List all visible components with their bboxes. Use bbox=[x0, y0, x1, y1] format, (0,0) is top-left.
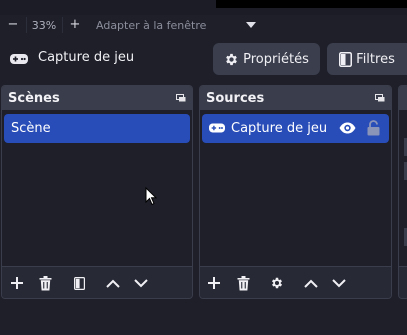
bottom-area bbox=[0, 305, 407, 335]
zoom-fit-label: Adapter à la fenêtre bbox=[96, 18, 207, 32]
source-label: Capture de jeu bbox=[231, 121, 328, 136]
filter-icon bbox=[339, 51, 353, 67]
source-properties-button[interactable] bbox=[269, 275, 285, 291]
zoom-fit-select[interactable]: Adapter à la fenêtre bbox=[90, 16, 266, 34]
plus-icon bbox=[11, 277, 23, 289]
unlocked-icon[interactable] bbox=[367, 120, 380, 136]
sources-toolbar bbox=[200, 266, 391, 298]
move-scene-down-button[interactable] bbox=[133, 275, 149, 291]
add-source-button[interactable] bbox=[206, 275, 222, 291]
gamepad-icon bbox=[209, 123, 225, 133]
sources-dock-title: Sources bbox=[206, 91, 265, 106]
move-source-down-button[interactable] bbox=[331, 275, 347, 291]
chevron-down-icon bbox=[134, 278, 148, 287]
zoom-separator bbox=[26, 17, 27, 33]
chevron-up-icon bbox=[304, 279, 318, 288]
plus-icon bbox=[208, 277, 220, 289]
remove-source-button[interactable] bbox=[235, 275, 251, 291]
audio-mixer-dock bbox=[398, 85, 407, 299]
undock-icon[interactable] bbox=[176, 94, 186, 102]
scenes-toolbar bbox=[2, 266, 192, 298]
scenes-dock-title: Scènes bbox=[8, 91, 60, 106]
chevron-down-icon bbox=[246, 22, 256, 28]
gamepad-icon bbox=[10, 54, 28, 64]
zoom-percent: 33% bbox=[31, 18, 57, 32]
sources-dock-header: Sources bbox=[200, 86, 391, 110]
active-source-name: Capture de jeu bbox=[38, 50, 135, 65]
scenes-dock: Scènes Scène bbox=[1, 85, 193, 299]
zoom-out-button[interactable]: − bbox=[0, 16, 26, 34]
chevron-down-icon bbox=[332, 278, 346, 287]
mouse-cursor-icon bbox=[145, 187, 157, 206]
eye-icon[interactable] bbox=[339, 122, 356, 134]
audio-mixer-dock-header bbox=[399, 86, 407, 110]
add-scene-button[interactable] bbox=[9, 275, 25, 291]
list-item-scene[interactable]: Scène bbox=[4, 114, 190, 143]
zoom-separator bbox=[62, 17, 63, 33]
audio-mixer-toolbar bbox=[399, 266, 407, 298]
gear-icon bbox=[271, 277, 283, 289]
filter-icon bbox=[73, 276, 85, 290]
trash-icon bbox=[39, 275, 51, 290]
scene-label: Scène bbox=[11, 121, 51, 136]
move-scene-up-button[interactable] bbox=[105, 275, 121, 291]
source-toolbar: Capture de jeu Propriétés Filtres bbox=[0, 38, 407, 80]
filters-button[interactable]: Filtres bbox=[327, 43, 407, 75]
sources-dock: Sources Capture de jeu bbox=[199, 85, 392, 299]
sources-list: Capture de jeu bbox=[200, 110, 391, 266]
zoom-in-button[interactable]: + bbox=[62, 16, 88, 34]
scene-filters-button[interactable] bbox=[71, 275, 87, 291]
undock-icon[interactable] bbox=[375, 94, 385, 102]
audio-mixer-body bbox=[399, 110, 407, 266]
preview-canvas bbox=[216, 0, 407, 8]
remove-scene-button[interactable] bbox=[37, 275, 53, 291]
properties-button[interactable]: Propriétés bbox=[213, 43, 320, 75]
chevron-up-icon bbox=[106, 279, 120, 288]
move-source-up-button[interactable] bbox=[303, 275, 319, 291]
zoom-bar: − 33% + Adapter à la fenêtre bbox=[0, 16, 407, 34]
scenes-dock-header: Scènes bbox=[2, 86, 192, 110]
gear-icon bbox=[226, 53, 238, 65]
properties-label: Propriétés bbox=[243, 51, 309, 67]
list-item-source[interactable]: Capture de jeu bbox=[202, 114, 389, 143]
trash-icon bbox=[237, 275, 249, 290]
scenes-list: Scène bbox=[2, 110, 192, 266]
filters-label: Filtres bbox=[356, 51, 395, 67]
